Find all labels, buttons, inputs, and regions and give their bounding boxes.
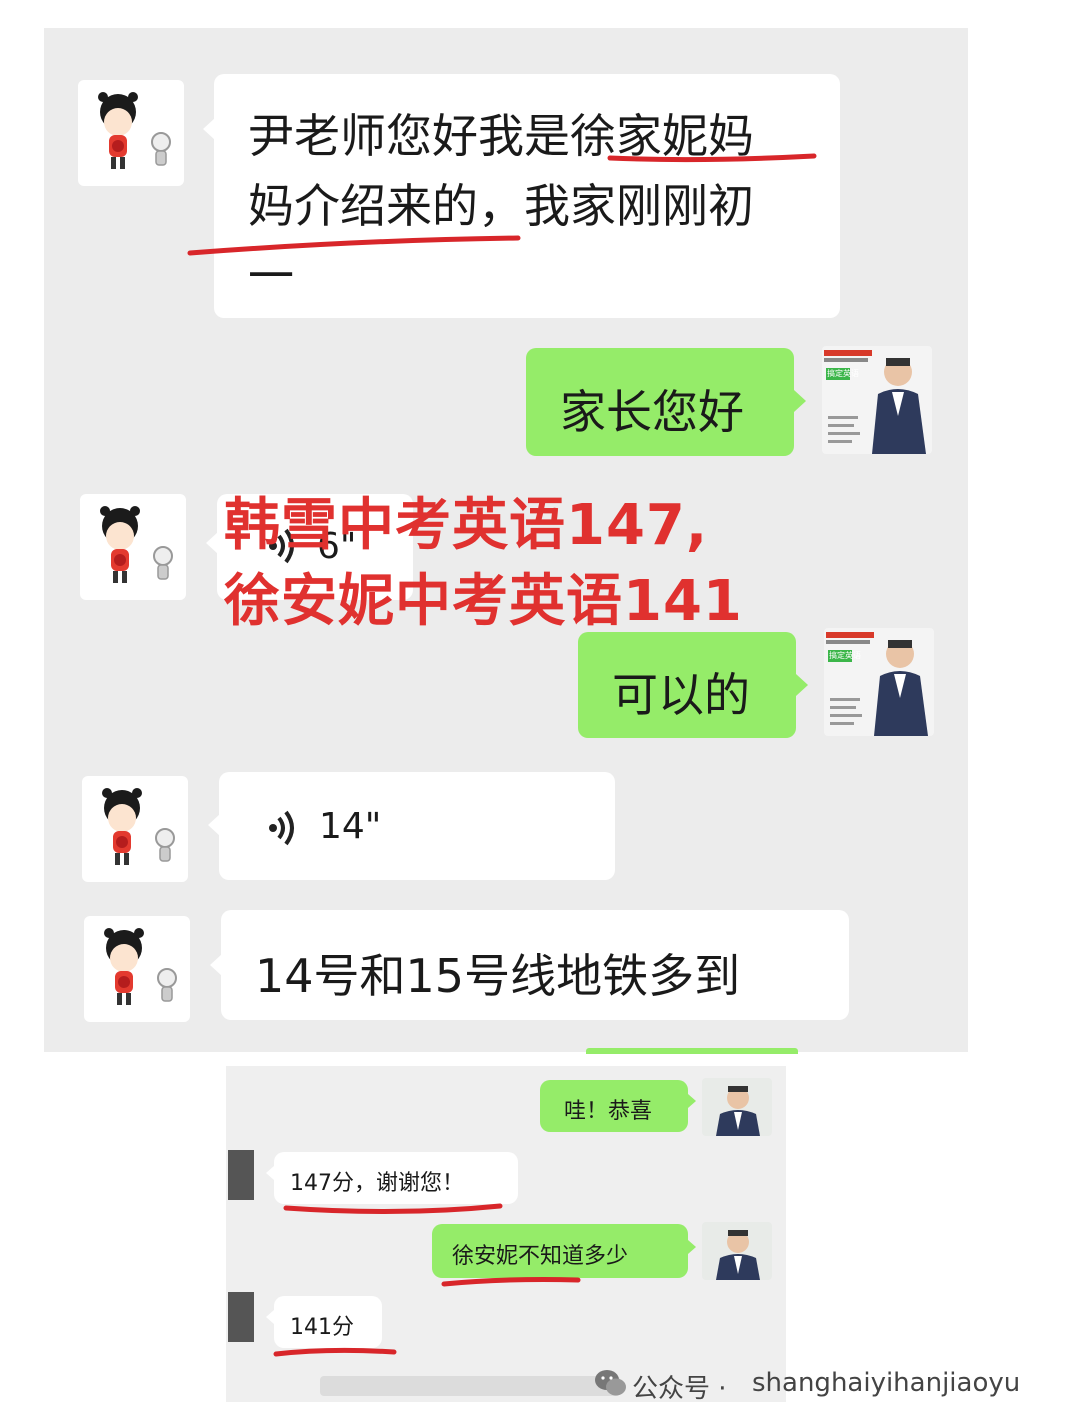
teacher-badge: 搞定英语	[827, 369, 859, 378]
message-bubble-outgoing-3[interactable]: 哇！恭喜	[540, 1080, 688, 1132]
message-text: 可以的	[612, 668, 750, 722]
bubble-tail	[688, 1240, 696, 1254]
red-underline-3	[441, 1277, 581, 1287]
teacher-avatar-small[interactable]	[702, 1078, 772, 1136]
message-bubble-incoming-2[interactable]: 14号和15号线地铁多到	[221, 910, 849, 1020]
blurred-avatar	[228, 1292, 254, 1342]
bubble-tail	[688, 1094, 696, 1108]
watermark-account: shanghaiyihanjiaoyu	[752, 1368, 1021, 1398]
teacher-avatar[interactable]: 搞定英语	[824, 628, 934, 736]
bubble-tail	[796, 674, 808, 696]
watermark-prefix: 公众号 ·	[632, 1374, 727, 1404]
message-bubble-outgoing-1[interactable]: 家长您好	[526, 348, 794, 456]
teacher-badge: 搞定英语	[829, 651, 861, 660]
cartoon-girl-avatar[interactable]	[84, 916, 190, 1022]
teacher-photo-icon	[716, 1086, 760, 1136]
teacher-avatar[interactable]: 搞定英语	[822, 346, 932, 454]
teacher-avatar-small[interactable]	[702, 1222, 772, 1280]
message-text: 哇！恭喜	[564, 1099, 653, 1124]
wechat-logo-icon	[595, 1370, 626, 1396]
voice-duration: 14"	[319, 806, 382, 847]
teacher-photo-icon	[826, 632, 928, 736]
bubble-tail	[266, 1166, 274, 1180]
bottom-input-bar	[320, 1376, 620, 1396]
message-text: 家长您好	[560, 385, 744, 439]
voice-message-bubble-2[interactable]: 14"	[219, 772, 615, 880]
message-text: 14号和15号线地铁多到	[255, 949, 741, 1003]
cartoon-girl-icon	[102, 788, 175, 865]
cartoon-girl-avatar[interactable]	[82, 776, 188, 882]
message-bubble-outgoing-2[interactable]: 可以的	[578, 632, 796, 738]
cartoon-girl-icon	[100, 506, 173, 583]
cut-off-bubble	[586, 1048, 798, 1054]
cartoon-girl-icon	[98, 92, 171, 169]
teacher-photo-icon	[824, 350, 926, 454]
message-text: 147分，谢谢您！	[290, 1171, 464, 1196]
message-text: 徐安妮不知道多少	[452, 1244, 629, 1269]
bubble-tail	[266, 1310, 274, 1324]
blurred-avatar	[228, 1150, 254, 1200]
score-overlay-line2: 徐安妮中考英语141	[224, 569, 743, 634]
cartoon-girl-avatar[interactable]	[78, 80, 184, 186]
score-overlay-line1: 韩雪中考英语147,	[224, 493, 709, 558]
cartoon-girl-avatar[interactable]	[80, 494, 186, 600]
bubble-tail	[794, 390, 806, 412]
red-underline-2	[283, 1203, 503, 1215]
red-underline-4	[273, 1347, 397, 1357]
red-underline-1	[187, 153, 817, 256]
cartoon-girl-icon	[104, 928, 177, 1005]
voice-wave-icon	[269, 810, 294, 846]
message-text: 141分	[290, 1315, 354, 1340]
teacher-photo-icon	[716, 1230, 760, 1280]
